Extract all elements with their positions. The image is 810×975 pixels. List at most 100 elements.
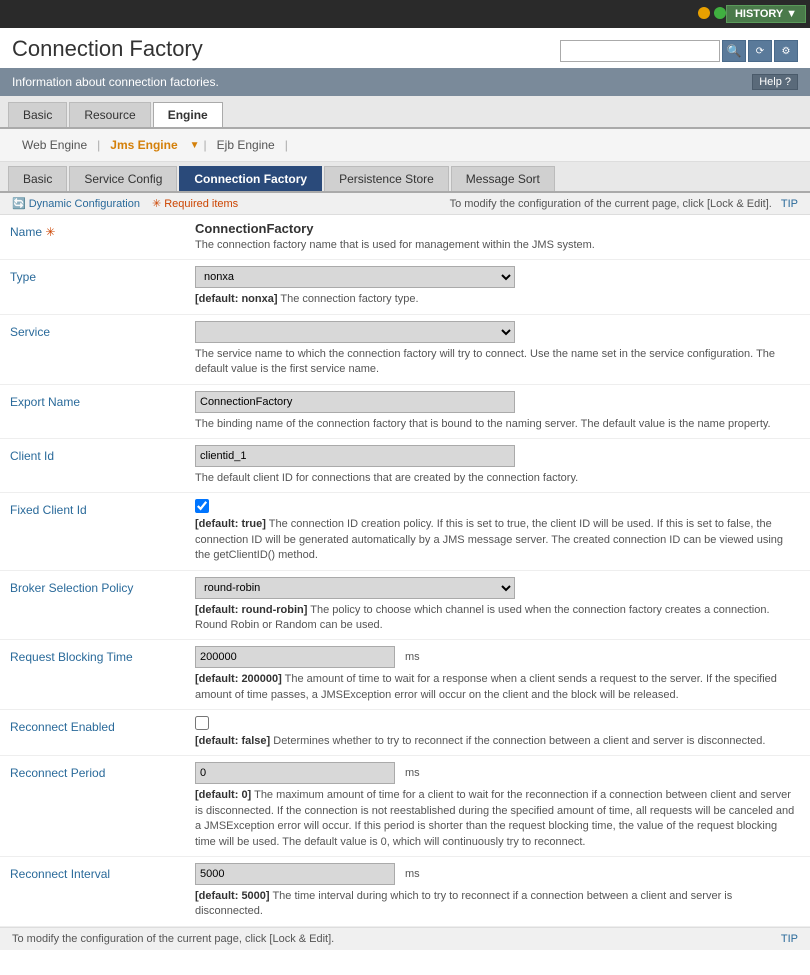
reconnect-interval-unit: ms <box>405 868 420 880</box>
top-bar: HISTORY ▼ <box>0 0 810 28</box>
export-name-input-row <box>195 391 800 413</box>
tip-link-top[interactable]: TIP <box>781 198 798 210</box>
label-broker-selection: Broker Selection Policy <box>0 570 185 640</box>
fixed-client-id-input-row <box>195 499 800 513</box>
sec-tab-persistence-store[interactable]: Persistence Store <box>324 166 449 191</box>
broker-selection-desc: [default: round-robin] The policy to cho… <box>195 603 800 634</box>
dyn-config-icon: 🔄 <box>12 197 26 210</box>
tip-link-bottom[interactable]: TIP <box>781 933 798 945</box>
label-reconnect-period: Reconnect Period <box>0 756 185 857</box>
dynamic-config: 🔄 Dynamic Configuration <box>12 197 140 210</box>
settings-button[interactable]: ⚙ <box>774 40 798 62</box>
row-fixed-client-id: Fixed Client Id [default: true] The conn… <box>0 493 810 570</box>
jms-engine-indicator: ▼ <box>190 140 200 151</box>
row-broker-selection: Broker Selection Policy round-robin rand… <box>0 570 810 640</box>
config-bar-right: To modify the configuration of the curre… <box>450 198 798 210</box>
broker-selection-input-row: round-robin random <box>195 577 800 599</box>
config-bar: 🔄 Dynamic Configuration ✳ Required items… <box>0 193 810 215</box>
config-bar-left: 🔄 Dynamic Configuration ✳ Required items <box>12 197 238 210</box>
label-reconnect-enabled: Reconnect Enabled <box>0 710 185 756</box>
reconnect-enabled-checkbox[interactable] <box>195 716 209 730</box>
name-value: ConnectionFactory <box>195 221 800 236</box>
orange-indicator <box>698 7 710 19</box>
value-name: ConnectionFactory The connection factory… <box>185 215 810 260</box>
sec-tabs: Basic Service Config Connection Factory … <box>0 162 810 193</box>
reconnect-enabled-input-row <box>195 716 800 730</box>
name-desc: The connection factory name that is used… <box>195 238 800 253</box>
refresh-button[interactable]: ⟳ <box>748 40 772 62</box>
value-request-blocking: ms [default: 200000] The amount of time … <box>185 640 810 710</box>
value-reconnect-period: ms [default: 0] The maximum amount of ti… <box>185 756 810 857</box>
row-type: Type nonxa xa [default: nonxa] The conne… <box>0 260 810 314</box>
request-blocking-unit: ms <box>405 651 420 663</box>
row-name: Name ✳ ConnectionFactory The connection … <box>0 215 810 260</box>
subnav-jms-engine[interactable]: Jms Engine <box>100 135 187 155</box>
tab-resource[interactable]: Resource <box>69 102 150 127</box>
green-indicator <box>714 7 726 19</box>
row-reconnect-period: Reconnect Period ms [default: 0] The max… <box>0 756 810 857</box>
fixed-client-id-checkbox[interactable] <box>195 499 209 513</box>
reconnect-period-input-row: ms <box>195 762 800 784</box>
row-client-id: Client Id The default client ID for conn… <box>0 438 810 492</box>
search-area: 🔍 ⟳ ⚙ <box>560 40 798 62</box>
subnav-web-engine[interactable]: Web Engine <box>12 135 97 155</box>
bottom-note: To modify the configuration of the curre… <box>12 933 334 945</box>
subnav-ejb-engine[interactable]: Ejb Engine <box>207 135 285 155</box>
reconnect-interval-input[interactable] <box>195 863 395 885</box>
type-desc: [default: nonxa] The connection factory … <box>195 292 800 307</box>
subnav-sep3: | <box>285 138 288 152</box>
history-button[interactable]: HISTORY ▼ <box>726 5 806 23</box>
type-input-row: nonxa xa <box>195 266 800 288</box>
type-select[interactable]: nonxa xa <box>195 266 515 288</box>
broker-selection-select[interactable]: round-robin random <box>195 577 515 599</box>
export-name-input[interactable] <box>195 391 515 413</box>
client-id-input-row <box>195 445 800 467</box>
fixed-client-id-desc: [default: true] The connection ID creati… <box>195 517 800 563</box>
row-service: Service The service name to which the co… <box>0 314 810 384</box>
value-export-name: The binding name of the connection facto… <box>185 384 810 438</box>
help-button[interactable]: Help ? <box>752 74 798 90</box>
reconnect-interval-desc: [default: 5000] The time interval during… <box>195 889 800 920</box>
reconnect-interval-input-row: ms <box>195 863 800 885</box>
sec-tab-basic[interactable]: Basic <box>8 166 67 191</box>
reconnect-enabled-desc: [default: false] Determines whether to t… <box>195 734 800 749</box>
label-reconnect-interval: Reconnect Interval <box>0 857 185 927</box>
value-reconnect-interval: ms [default: 5000] The time interval dur… <box>185 857 810 927</box>
client-id-input[interactable] <box>195 445 515 467</box>
value-reconnect-enabled: [default: false] Determines whether to t… <box>185 710 810 756</box>
reconnect-period-input[interactable] <box>195 762 395 784</box>
tab-basic[interactable]: Basic <box>8 102 67 127</box>
value-service: The service name to which the connection… <box>185 314 810 384</box>
sec-tab-service-config[interactable]: Service Config <box>69 166 177 191</box>
value-fixed-client-id: [default: true] The connection ID creati… <box>185 493 810 570</box>
search-input[interactable] <box>560 40 720 62</box>
request-blocking-input[interactable] <box>195 646 395 668</box>
sec-tab-message-sort[interactable]: Message Sort <box>451 166 555 191</box>
info-bar: Information about connection factories. … <box>0 68 810 96</box>
search-button[interactable]: 🔍 <box>722 40 746 62</box>
required-items: ✳ Required items <box>152 197 238 210</box>
reconnect-period-unit: ms <box>405 767 420 779</box>
service-input-row <box>195 321 800 343</box>
page-title: Connection Factory <box>12 36 203 62</box>
service-select[interactable] <box>195 321 515 343</box>
service-desc: The service name to which the connection… <box>195 347 800 378</box>
label-fixed-client-id: Fixed Client Id <box>0 493 185 570</box>
request-blocking-desc: [default: 200000] The amount of time to … <box>195 672 800 703</box>
reconnect-period-desc: [default: 0] The maximum amount of time … <box>195 788 800 850</box>
client-id-desc: The default client ID for connections th… <box>195 471 800 486</box>
tab-engine[interactable]: Engine <box>153 102 223 127</box>
sub-nav: Web Engine | Jms Engine ▼ | Ejb Engine | <box>0 129 810 162</box>
label-type: Type <box>0 260 185 314</box>
label-request-blocking: Request Blocking Time <box>0 640 185 710</box>
sec-tab-connection-factory[interactable]: Connection Factory <box>179 166 322 191</box>
label-client-id: Client Id <box>0 438 185 492</box>
label-name: Name ✳ <box>0 215 185 260</box>
row-export-name: Export Name The binding name of the conn… <box>0 384 810 438</box>
request-blocking-input-row: ms <box>195 646 800 668</box>
export-name-desc: The binding name of the connection facto… <box>195 417 800 432</box>
label-service: Service <box>0 314 185 384</box>
row-reconnect-enabled: Reconnect Enabled [default: false] Deter… <box>0 710 810 756</box>
value-type: nonxa xa [default: nonxa] The connection… <box>185 260 810 314</box>
name-required-star: ✳ <box>45 225 55 239</box>
